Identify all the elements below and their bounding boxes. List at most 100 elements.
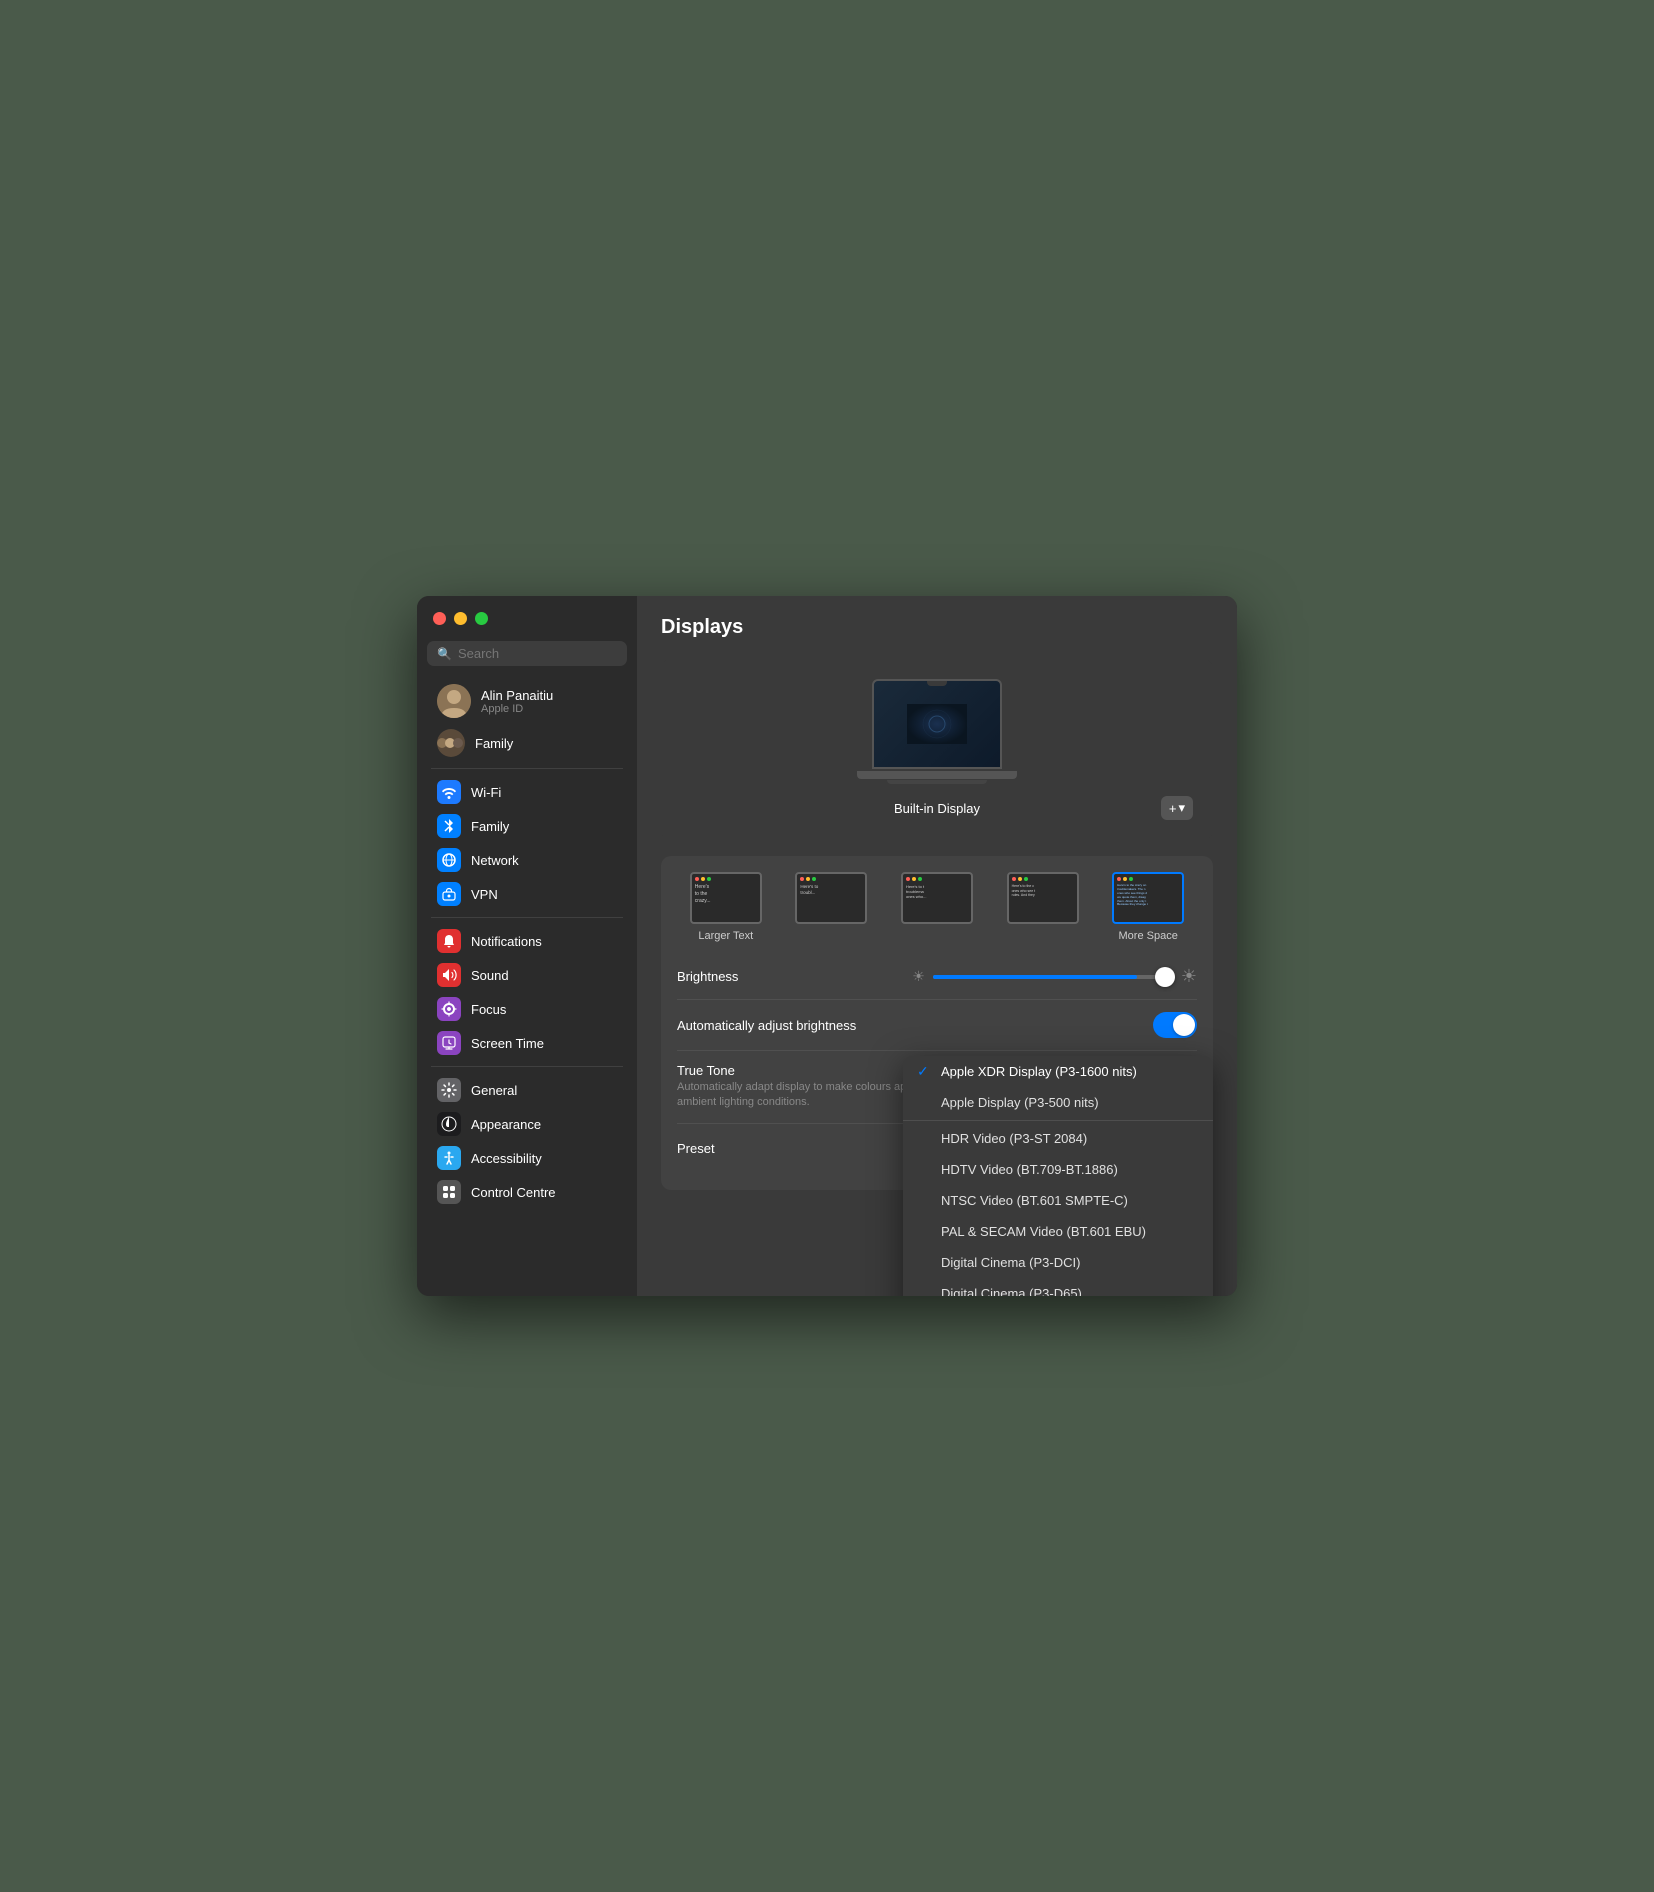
sidebar-item-accessibility[interactable]: Accessibility — [423, 1141, 631, 1175]
user-subtitle: Apple ID — [481, 703, 553, 715]
search-input[interactable] — [458, 646, 617, 661]
network-icon — [437, 848, 461, 872]
divider-3 — [431, 1066, 623, 1067]
dropdown-divider-1 — [903, 1120, 1213, 1121]
dropdown-item-pal[interactable]: ✓ PAL & SECAM Video (BT.601 EBU) — [903, 1216, 1213, 1247]
search-box[interactable]: 🔍 — [427, 641, 627, 666]
sidebar-item-appearance[interactable]: Appearance — [423, 1107, 631, 1141]
page-title: Displays — [661, 616, 1213, 639]
preset-screen-5: Here's to the crazy ontroublemakers. The… — [1112, 872, 1184, 924]
dropdown-chevron: ▾ — [1178, 800, 1185, 816]
sidebar-item-controlcentre[interactable]: Control Centre — [423, 1175, 631, 1209]
divider-2 — [431, 917, 623, 918]
vpn-icon — [437, 882, 461, 906]
brightness-label: Brightness — [677, 969, 738, 984]
dropdown-label-cinema-d65: Digital Cinema (P3-D65) — [941, 1286, 1082, 1296]
preset-label-1: Larger Text — [698, 930, 753, 942]
sound-icon — [437, 963, 461, 987]
sidebar-item-bluetooth[interactable]: Family — [423, 809, 631, 843]
preset-item-3[interactable]: Here's to ttroublemaones who... — [888, 872, 986, 942]
sidebar-label-appearance: Appearance — [471, 1117, 541, 1132]
sidebar-label-controlcentre: Control Centre — [471, 1185, 556, 1200]
dropdown-item-cinema-dci[interactable]: ✓ Digital Cinema (P3-DCI) — [903, 1247, 1213, 1278]
search-icon: 🔍 — [437, 647, 452, 661]
preset-label-5: More Space — [1119, 930, 1178, 942]
resolution-presets: Here'sto thecrazy... Larger Text Here's … — [677, 872, 1197, 942]
brightness-control[interactable]: ☀ ☀ — [738, 966, 1197, 987]
dropdown-item-hdtv[interactable]: ✓ HDTV Video (BT.709-BT.1886) — [903, 1154, 1213, 1185]
sidebar-label-screentime: Screen Time — [471, 1036, 544, 1051]
traffic-lights — [417, 612, 637, 641]
preset-screen-2: Here's totroubl... — [795, 872, 867, 924]
brightness-low-icon: ☀ — [912, 968, 925, 985]
auto-brightness-label: Automatically adjust brightness — [677, 1018, 856, 1033]
checkmark-icon: ✓ — [917, 1063, 933, 1080]
family-avatar — [437, 729, 465, 757]
sidebar-item-network[interactable]: Network — [423, 843, 631, 877]
preset-item-more-space[interactable]: Here's to the crazy ontroublemakers. The… — [1099, 872, 1197, 942]
sidebar: 🔍 Alin Panaitiu Apple ID — [417, 596, 637, 1296]
close-button[interactable] — [433, 612, 446, 625]
general-icon — [437, 1078, 461, 1102]
sidebar-item-general[interactable]: General — [423, 1073, 631, 1107]
main-content: Displays — [637, 596, 1237, 1296]
sidebar-label-bluetooth: Family — [471, 819, 509, 834]
laptop-notch — [927, 681, 947, 686]
sidebar-item-sound[interactable]: Sound — [423, 958, 631, 992]
preset-label-main: Preset — [677, 1141, 715, 1156]
system-preferences-window: 🔍 Alin Panaitiu Apple ID — [417, 596, 1237, 1296]
add-display-button[interactable]: + ▾ — [1161, 796, 1193, 820]
display-name: Built-in Display — [852, 801, 1023, 816]
brightness-slider[interactable] — [933, 975, 1173, 979]
preset-item-4[interactable]: Here's to the cones who see trules. And … — [994, 872, 1092, 942]
dropdown-item-apple500[interactable]: ✓ Apple Display (P3-500 nits) — [903, 1087, 1213, 1118]
slider-thumb[interactable] — [1155, 967, 1175, 987]
sidebar-item-notifications[interactable]: Notifications — [423, 924, 631, 958]
sidebar-item-vpn[interactable]: VPN — [423, 877, 631, 911]
auto-brightness-toggle[interactable] — [1153, 1012, 1197, 1038]
sidebar-label-wifi: Wi-Fi — [471, 785, 501, 800]
maximize-button[interactable] — [475, 612, 488, 625]
sidebar-label-focus: Focus — [471, 1002, 506, 1017]
add-icon: + — [1169, 801, 1177, 816]
brightness-row: Brightness ☀ ☀ — [677, 954, 1197, 1000]
brightness-fill — [933, 975, 1137, 979]
user-profile-item[interactable]: Alin Panaitiu Apple ID — [423, 678, 631, 724]
sidebar-item-wifi[interactable]: Wi-Fi — [423, 775, 631, 809]
sidebar-label-vpn: VPN — [471, 887, 498, 902]
dropdown-item-hdr[interactable]: ✓ HDR Video (P3-ST 2084) — [903, 1123, 1213, 1154]
dropdown-label-ntsc: NTSC Video (BT.601 SMPTE-C) — [941, 1193, 1128, 1208]
divider-1 — [431, 768, 623, 769]
brightness-high-icon: ☀ — [1181, 966, 1197, 987]
dropdown-item-xdr[interactable]: ✓ Apple XDR Display (P3-1600 nits) — [903, 1056, 1213, 1087]
preset-screen-3: Here's to ttroublemaones who... — [901, 872, 973, 924]
wifi-icon — [437, 780, 461, 804]
dropdown-label-pal: PAL & SECAM Video (BT.601 EBU) — [941, 1224, 1146, 1239]
dropdown-label-xdr: Apple XDR Display (P3-1600 nits) — [941, 1064, 1137, 1079]
display-card: Built-in Display + ▾ — [661, 659, 1213, 840]
sidebar-label-family: Family — [475, 736, 513, 751]
dropdown-item-cinema-d65[interactable]: ✓ Digital Cinema (P3-D65) — [903, 1278, 1213, 1296]
focus-icon — [437, 997, 461, 1021]
sidebar-item-family[interactable]: Family — [423, 724, 631, 762]
sidebar-item-focus[interactable]: Focus — [423, 992, 631, 1026]
accessibility-icon — [437, 1146, 461, 1170]
dropdown-label-apple500: Apple Display (P3-500 nits) — [941, 1095, 1099, 1110]
laptop-foot — [887, 780, 987, 784]
preset-item-larger-text[interactable]: Here'sto thecrazy... Larger Text — [677, 872, 775, 942]
sidebar-label-general: General — [471, 1083, 517, 1098]
user-name: Alin Panaitiu — [481, 688, 553, 703]
minimize-button[interactable] — [454, 612, 467, 625]
dropdown-label-hdtv: HDTV Video (BT.709-BT.1886) — [941, 1162, 1118, 1177]
notifications-icon — [437, 929, 461, 953]
preset-item-2[interactable]: Here's totroubl... — [783, 872, 881, 942]
controlcentre-icon — [437, 1180, 461, 1204]
toggle-knob — [1173, 1014, 1195, 1036]
dropdown-item-ntsc[interactable]: ✓ NTSC Video (BT.601 SMPTE-C) — [903, 1185, 1213, 1216]
sidebar-label-sound: Sound — [471, 968, 509, 983]
appearance-icon — [437, 1112, 461, 1136]
sidebar-item-screentime[interactable]: Screen Time — [423, 1026, 631, 1060]
display-name-row: Built-in Display + ▾ — [681, 796, 1193, 820]
avatar — [437, 684, 471, 718]
sidebar-label-accessibility: Accessibility — [471, 1151, 542, 1166]
